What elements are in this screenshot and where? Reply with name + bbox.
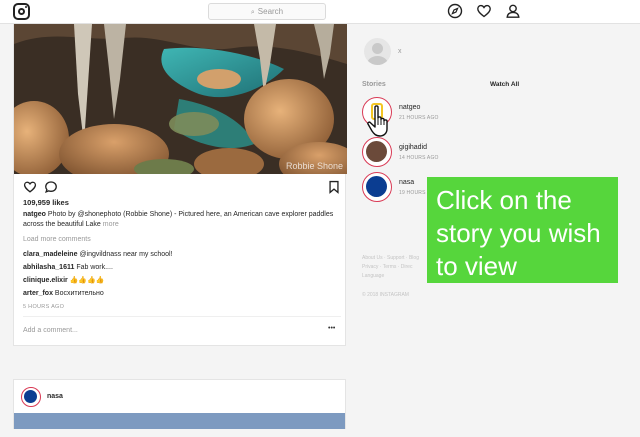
comment-item: arter_fox Восхитительно — [23, 287, 341, 300]
heart-icon[interactable] — [476, 3, 492, 19]
add-comment-input[interactable]: Add a comment... — [23, 327, 78, 334]
comment-username[interactable]: clara_madeleine — [23, 251, 77, 258]
story-item-gigihadid[interactable]: gigihadid 14 HOURS AGO — [362, 137, 562, 169]
divider — [23, 316, 341, 317]
like-heart-icon[interactable] — [23, 180, 37, 194]
callout-text: Click on the story you wish to view — [436, 185, 601, 281]
comment-text: Восхитительно — [54, 290, 104, 297]
footer-line[interactable]: Language — [362, 272, 432, 281]
post-username[interactable]: nasa — [47, 393, 63, 400]
feed-post-2: nasa — [13, 379, 346, 429]
top-bar: ⌕ Search — [0, 0, 640, 24]
caption-text: Photo by @shonephoto (Robbie Shone) - Pi… — [23, 211, 334, 228]
comment-text: @ingvildnass near my school! — [79, 251, 173, 258]
nasa-logo-icon — [366, 176, 387, 197]
more-options-button[interactable]: ••• — [328, 325, 335, 332]
comment-text: Fab work.... — [76, 264, 113, 271]
post-photo[interactable]: Robbie Shone — [14, 24, 347, 174]
footer-links: About Us · Support · Blog Privacy · Term… — [362, 254, 432, 281]
watch-all-link[interactable]: Watch All — [490, 81, 519, 88]
story-avatar-ring[interactable] — [362, 172, 392, 202]
comment-username[interactable]: clinique.elixir — [23, 277, 68, 284]
compass-icon[interactable] — [447, 3, 463, 19]
post-caption: natgeo Photo by @shonephoto (Robbie Shon… — [23, 210, 341, 230]
story-time: 21 HOURS AGO — [399, 115, 439, 121]
avatar[interactable] — [21, 387, 41, 407]
comment-item: abhilasha_1611 Fab work.... — [23, 261, 341, 274]
profile-avatar[interactable] — [364, 38, 391, 65]
caption-username[interactable]: natgeo — [23, 211, 46, 218]
caption-more-link[interactable]: more — [103, 221, 119, 228]
stories-heading: Stories — [362, 81, 386, 88]
profile-username[interactable]: x — [398, 48, 402, 55]
comment-username[interactable]: arter_fox — [23, 290, 53, 297]
comment-text: 👍👍👍👍 — [69, 277, 105, 284]
copyright: © 2018 INSTAGRAM — [362, 292, 409, 298]
post-timestamp[interactable]: 5 HOURS AGO — [23, 304, 64, 310]
comment-item: clara_madeleine @ingvildnass near my sch… — [23, 248, 341, 261]
user-photo-icon — [366, 141, 387, 162]
search-input[interactable]: ⌕ Search — [208, 3, 326, 20]
story-username[interactable]: gigihadid — [399, 144, 427, 151]
comment-username[interactable]: abhilasha_1611 — [23, 264, 74, 271]
story-username[interactable]: nasa — [399, 179, 414, 186]
search-icon: ⌕ — [250, 9, 255, 16]
comments-list: clara_madeleine @ingvildnass near my sch… — [23, 248, 341, 300]
instagram-logo-icon[interactable] — [13, 3, 30, 20]
post-photo-preview[interactable] — [14, 413, 345, 429]
load-more-comments-link[interactable]: Load more comments — [23, 236, 91, 243]
post-actions — [23, 180, 341, 196]
story-time: 14 HOURS AGO — [399, 155, 439, 161]
story-username[interactable]: natgeo — [399, 104, 420, 111]
footer-line[interactable]: About Us · Support · Blog — [362, 254, 432, 263]
search-placeholder: Search — [257, 7, 284, 16]
feed-post: Robbie Shone 109,959 likes natgeo Photo … — [13, 24, 347, 346]
comment-bubble-icon[interactable] — [44, 180, 58, 194]
comment-item: clinique.elixir 👍👍👍👍 — [23, 274, 341, 287]
story-avatar-ring[interactable] — [362, 137, 392, 167]
hand-pointer-cursor-icon — [366, 104, 394, 138]
nasa-logo-icon — [24, 390, 37, 403]
tutorial-callout: Click on the story you wish to view — [427, 177, 618, 283]
photo-credit: Robbie Shone — [285, 161, 343, 171]
footer-line[interactable]: Privacy · Terms · Direc — [362, 263, 432, 272]
person-icon[interactable] — [505, 3, 521, 19]
likes-count[interactable]: 109,959 likes — [23, 198, 69, 207]
bookmark-icon[interactable] — [327, 180, 341, 194]
